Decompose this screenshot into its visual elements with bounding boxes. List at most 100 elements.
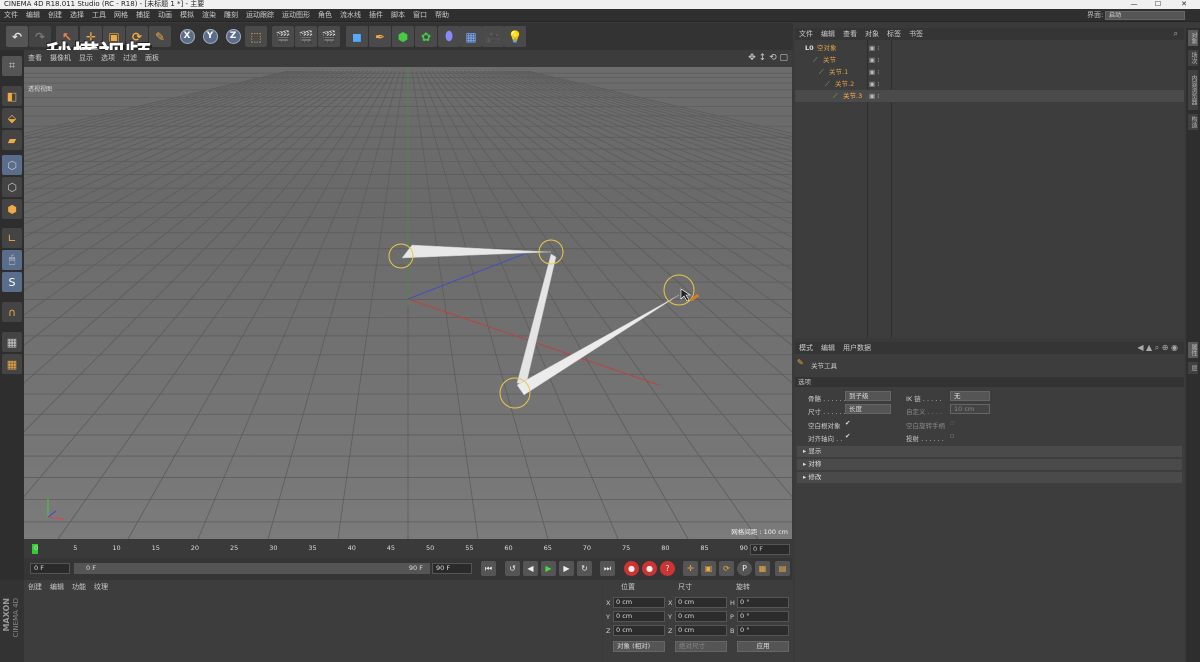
null-rotation-checkbox[interactable]: ▫ [950,419,954,427]
menu-help[interactable]: 帮助 [431,9,453,22]
render-picture-viewer-icon[interactable]: 🎬 [295,26,317,47]
attr-menu-mode[interactable]: 模式 [795,342,817,354]
y-axis-icon[interactable]: Y [199,26,221,47]
group-modify[interactable]: ▸ 修改 [797,472,1182,483]
viewport-menu-panel[interactable]: 面板 [141,50,163,67]
menu-create[interactable]: 创建 [44,9,66,22]
visibility-toggle-icon[interactable]: ▣ ⁝ [869,42,879,54]
x-axis-icon[interactable]: X [176,26,198,47]
render-settings-icon[interactable]: 🎬 [318,26,340,47]
obj-menu-tags[interactable]: 标签 [883,28,905,40]
make-editable-icon[interactable]: ⌗ [2,56,22,76]
menu-mograph[interactable]: 运动图形 [278,9,314,22]
light-icon[interactable]: 💡 [504,26,526,47]
menu-sculpt[interactable]: 雕刻 [220,9,242,22]
perspective-viewport[interactable]: 透视视图 网格间距 : 100 cm [24,67,792,539]
menu-motion-tracking[interactable]: 运动跟踪 [242,9,278,22]
preview-range-slider[interactable]: 0 F 90 F [74,563,430,574]
axis-mode-icon[interactable]: ∟ [2,228,22,248]
object-row-joint[interactable]: ⟋ 关节 ▣ ⁝ [795,54,1184,66]
coordinate-mode-select[interactable]: 对象 (相对) [613,641,665,652]
size-y-field[interactable]: 0 cm [675,611,727,622]
rot-p-field[interactable]: 0 ° [737,611,789,622]
obj-menu-objects[interactable]: 对象 [861,28,883,40]
menu-pipeline[interactable]: 流水线 [336,9,365,22]
menu-plugins[interactable]: 插件 [365,9,387,22]
attr-menu-edit[interactable]: 编辑 [817,342,839,354]
viewport-canvas[interactable] [24,67,792,539]
object-name[interactable]: 关节.2 [835,78,854,90]
object-manager-search-icon[interactable]: ⌕ [1174,29,1178,39]
object-row-null[interactable]: L0 空对象 ▣ ⁝ [795,42,1184,54]
obj-menu-file[interactable]: 文件 [795,28,817,40]
tab-takes[interactable]: 场次 [1188,50,1198,66]
group-symmetry[interactable]: ▸ 对称 [797,459,1182,470]
material-menu-create[interactable]: 创建 [24,580,46,594]
auto-key-icon[interactable]: ● [642,561,657,576]
menu-window[interactable]: 窗口 [409,9,431,22]
points-mode-icon[interactable]: ⬡ [2,155,22,175]
menu-mesh[interactable]: 网格 [110,9,132,22]
z-axis-icon[interactable]: Z [222,26,244,47]
object-row-joint-1[interactable]: ⟋ 关节.1 ▣ ⁝ [795,66,1184,78]
maximize-button[interactable]: ☐ [1148,0,1168,9]
menu-select[interactable]: 选择 [66,9,88,22]
viewport-menu-display[interactable]: 显示 [75,50,97,67]
null-root-checkbox[interactable]: ✔ [845,419,850,427]
texture-mode-icon[interactable]: ⬙ [2,108,22,128]
play-icon[interactable]: ▶ [541,561,556,576]
menu-script[interactable]: 脚本 [387,9,409,22]
go-to-end-icon[interactable]: ⏭ [600,561,615,576]
point-level-key-icon[interactable]: ▦ [755,561,770,576]
visibility-toggle-icon[interactable]: ▣ ⁝ [869,66,879,78]
coordinate-system-icon[interactable]: ⬚ [245,26,267,47]
workplane-icon[interactable]: ▰ [2,130,22,150]
camera-icon[interactable]: 🎥 [482,26,504,47]
menu-render[interactable]: 渲染 [198,9,220,22]
end-frame-field[interactable]: 90 F [432,563,472,574]
material-menu-edit[interactable]: 编辑 [46,580,68,594]
menu-character[interactable]: 角色 [314,9,336,22]
deformer-icon[interactable]: ⬮ [438,26,460,47]
timeline-icon[interactable]: ▤ [775,561,790,576]
pos-y-field[interactable]: 0 cm [613,611,665,622]
object-row-joint-2[interactable]: ⟋ 关节.2 ▣ ⁝ [795,78,1184,90]
menu-simulate[interactable]: 模拟 [176,9,198,22]
snapping-icon[interactable]: S [2,272,22,292]
next-key-icon[interactable]: ↻ [577,561,592,576]
menu-snap[interactable]: 捕捉 [132,9,154,22]
tab-attributes[interactable]: 属性 [1188,342,1198,358]
obj-menu-bookmarks[interactable]: 书签 [905,28,927,40]
object-name[interactable]: 空对象 [817,42,837,54]
material-menu-texture[interactable]: 纹理 [90,580,112,594]
menu-animate[interactable]: 动画 [154,9,176,22]
projection-checkbox[interactable]: ▫ [950,432,954,440]
tab-content-browser[interactable]: 内容浏览器 [1188,70,1198,110]
record-keys-icon[interactable]: ● [624,561,639,576]
attr-menu-user-data[interactable]: 用户数据 [839,342,875,354]
joint-tool-icon[interactable]: ✎ [149,26,171,47]
subdivision-icon[interactable]: ⬢ [392,26,414,47]
object-name[interactable]: 关节.1 [829,66,848,78]
custom-size-field[interactable]: 10 cm [950,404,990,414]
viewport-menu-view[interactable]: 查看 [24,50,46,67]
floor-icon[interactable]: ▦ [460,26,482,47]
workplane-lock-icon[interactable]: ▦ [2,332,22,352]
previous-key-icon[interactable]: ↺ [505,561,520,576]
group-display[interactable]: ▸ 显示 [797,446,1182,457]
magnet-icon[interactable]: ∩ [2,302,22,322]
close-button[interactable]: ✕ [1174,0,1194,9]
array-icon[interactable]: ✿ [415,26,437,47]
tab-structure[interactable]: 构造 [1188,114,1198,130]
pen-icon[interactable]: ✒ [369,26,391,47]
size-z-field[interactable]: 0 cm [675,625,727,636]
render-view-icon[interactable]: 🎬 [272,26,294,47]
tab-objects[interactable]: 对象 [1188,30,1198,46]
ik-chain-select[interactable]: 无 [950,391,990,401]
visibility-toggle-icon[interactable]: ▣ ⁝ [869,54,879,66]
pos-z-field[interactable]: 0 cm [613,625,665,636]
model-mode-icon[interactable]: ◧ [2,86,22,106]
apply-button[interactable]: 应用 [737,641,789,652]
polygons-mode-icon[interactable]: ⬢ [2,199,22,219]
viewport-menu-filter[interactable]: 过滤 [119,50,141,67]
